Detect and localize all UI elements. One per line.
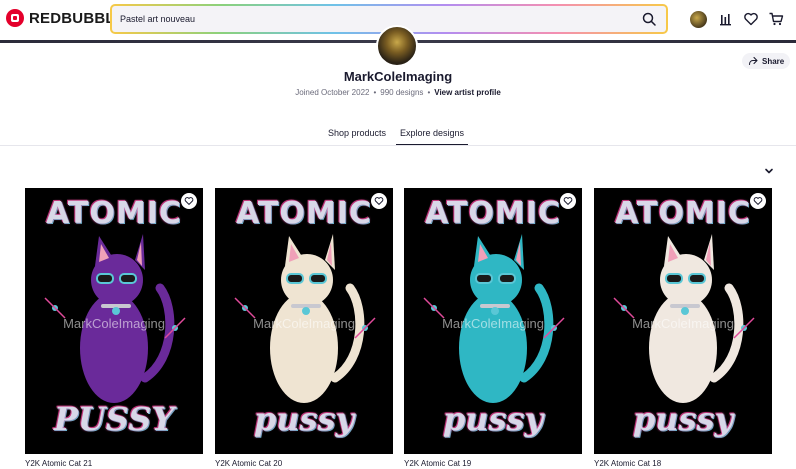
tab-shop-products[interactable]: Shop products	[324, 126, 390, 144]
artist-name: MarkColeImaging	[343, 69, 453, 84]
artist-meta: Joined October 2022 • 990 designs • View art…	[295, 88, 501, 97]
tabs-divider	[0, 145, 796, 146]
heart-icon	[374, 197, 384, 205]
favorite-button[interactable]	[750, 193, 766, 209]
favorite-button[interactable]	[560, 193, 576, 209]
artwork-title-top: ATOMIC	[46, 196, 182, 231]
artwork-title-bottom: pussy	[442, 400, 544, 438]
redbubble-logo-mark	[6, 9, 24, 27]
share-icon	[748, 56, 758, 66]
design-title[interactable]: Y2K Atomic Cat 20	[215, 459, 282, 468]
search-icon[interactable]	[642, 12, 656, 26]
favorite-button[interactable]	[181, 193, 197, 209]
watermark-text: MarkColeImaging	[63, 316, 165, 331]
share-label: Share	[762, 56, 785, 66]
design-card[interactable]: ATOMIC MarkColeImaging pussy	[404, 188, 582, 454]
artwork-title-bottom: PUSSY	[53, 400, 175, 438]
watermark-text: MarkColeImaging	[253, 316, 355, 331]
avatar[interactable]	[690, 11, 707, 28]
design-title[interactable]: Y2K Atomic Cat 19	[404, 459, 471, 468]
dashboard-icon[interactable]	[718, 11, 734, 27]
heart-icon[interactable]	[743, 11, 759, 27]
design-card[interactable]: ATOMIC MarkColeImaging pussy	[215, 188, 393, 454]
cart-icon[interactable]	[768, 11, 784, 27]
joined-date: Joined October 2022	[295, 88, 370, 97]
watermark-text: MarkColeImaging	[442, 316, 544, 331]
artwork-title-top: ATOMIC	[615, 196, 751, 231]
artwork-title-top: ATOMIC	[425, 196, 561, 231]
design-title[interactable]: Y2K Atomic Cat 18	[594, 459, 661, 468]
redbubble-logo[interactable]: REDBUBBLE	[6, 9, 125, 27]
artwork-title-bottom: pussy	[632, 400, 734, 438]
heart-icon	[563, 197, 573, 205]
artist-avatar	[376, 25, 418, 67]
search-input[interactable]: Pastel art nouveau	[120, 14, 195, 24]
watermark-text: MarkColeImaging	[632, 316, 734, 331]
design-card[interactable]: ATOMIC MarkColeImaging PUSSY	[25, 188, 203, 454]
artwork-title-top: ATOMIC	[236, 196, 372, 231]
design-title[interactable]: Y2K Atomic Cat 21	[25, 459, 92, 468]
design-count: 990 designs	[380, 88, 424, 97]
design-card[interactable]: ATOMIC MarkColeImaging pussy	[594, 188, 772, 454]
artwork-title-bottom: pussy	[253, 400, 355, 438]
heart-icon	[753, 197, 763, 205]
heart-icon	[184, 197, 194, 205]
view-artist-profile-link[interactable]: View artist profile	[434, 88, 501, 97]
share-button[interactable]: Share	[742, 53, 790, 69]
tab-bar: Shop products Explore designs	[0, 126, 796, 146]
favorite-button[interactable]	[371, 193, 387, 209]
chevron-down-icon[interactable]	[764, 166, 774, 176]
tab-explore-designs[interactable]: Explore designs	[396, 126, 469, 146]
